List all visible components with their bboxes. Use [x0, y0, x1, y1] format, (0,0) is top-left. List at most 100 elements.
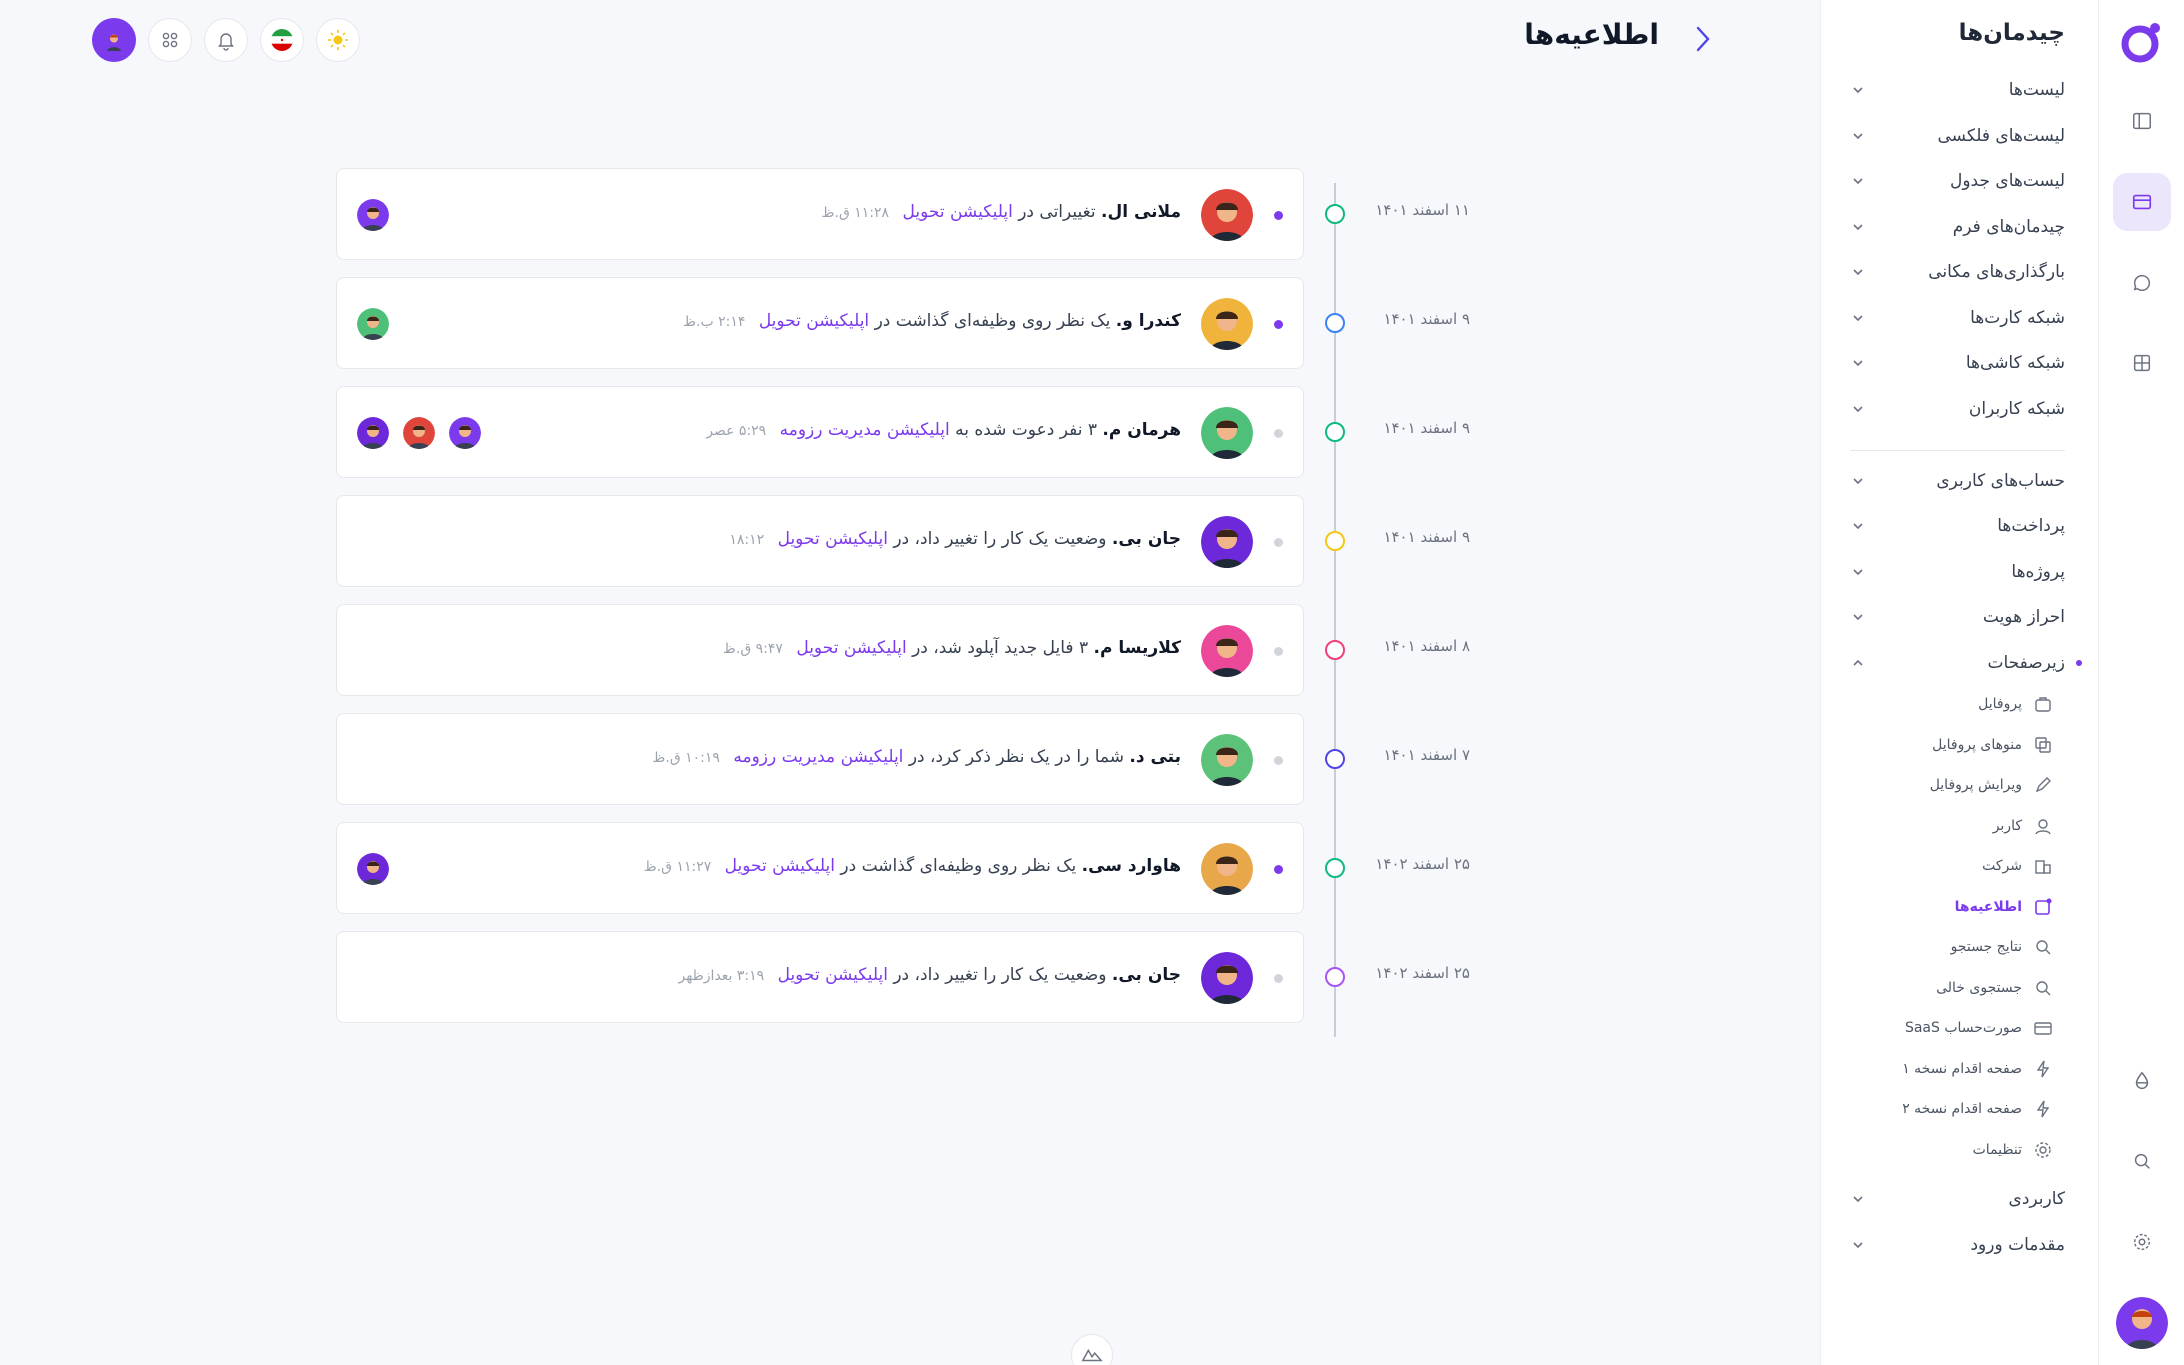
layouts-icon[interactable]	[2112, 173, 2171, 231]
actor-name[interactable]: کندرا و.	[1116, 311, 1181, 331]
notifications-button[interactable]	[204, 18, 248, 62]
avatar[interactable]	[1201, 407, 1253, 459]
sidebar-item-payments[interactable]: پرداخت‌ها	[1850, 506, 2065, 546]
action-text: ۳ نفر دعوت شده به	[955, 420, 1097, 440]
participant-avatar[interactable]	[449, 417, 481, 449]
actor-name[interactable]: جان بی.	[1112, 529, 1181, 549]
language-button[interactable]	[260, 18, 304, 62]
notification-card[interactable]: هاوارد سی. یک نظر روی وظیفه‌ای گذاشت در …	[336, 822, 1304, 914]
participant-avatar[interactable]	[403, 417, 435, 449]
subpage-profile[interactable]: پروفایل	[1894, 688, 2054, 720]
subpage-profile-menus[interactable]: منوهای پروفایل	[1894, 729, 2054, 761]
notification-card[interactable]: ملانی ال. تغییراتی در اپلیکیشن تحویل ۱۱:…	[336, 168, 1304, 260]
timeline-node	[1325, 749, 1345, 769]
actor-name[interactable]: هاوارد سی.	[1082, 856, 1181, 876]
notification-row: جان بی. وضعیت یک کار را تغییر داد، در اپ…	[0, 931, 1500, 1023]
grid-icon[interactable]	[2113, 334, 2171, 392]
notification-card[interactable]: هرمان م. ۳ نفر دعوت شده به اپلیکیشن مدیر…	[336, 386, 1304, 478]
drop-icon[interactable]	[2113, 1052, 2171, 1110]
date-label: ۹ اسفند ۱۴۰۱	[1383, 310, 1470, 328]
actor-name[interactable]: هرمان م.	[1102, 420, 1181, 440]
avatar[interactable]	[1201, 734, 1253, 786]
notification-card[interactable]: جان بی. وضعیت یک کار را تغییر داد، در اپ…	[336, 495, 1304, 587]
project-link[interactable]: اپلیکیشن تحویل	[759, 311, 869, 331]
project-link[interactable]: اپلیکیشن تحویل	[778, 965, 888, 985]
chat-icon[interactable]	[2113, 254, 2171, 312]
sidebar-item-accounts[interactable]: حساب‌های کاربری	[1850, 461, 2065, 501]
avatar[interactable]	[1201, 298, 1253, 350]
subpage-label: اطلاعیه‌ها	[1954, 899, 2022, 915]
nuxt-logo-icon[interactable]	[1071, 1334, 1113, 1365]
project-link[interactable]: اپلیکیشن مدیریت رزومه	[780, 420, 950, 440]
notification-text: کلاریسا م. ۳ فایل جدید آپلود شد، در اپلی…	[723, 638, 1181, 658]
apps-icon	[162, 32, 178, 48]
actor-name[interactable]: جان بی.	[1112, 965, 1181, 985]
chevron-down-icon	[1853, 224, 1863, 231]
notification-row: هرمان م. ۳ نفر دعوت شده به اپلیکیشن مدیر…	[0, 386, 1500, 478]
project-link[interactable]: اپلیکیشن تحویل	[796, 638, 906, 658]
subpage-user[interactable]: کاربر	[1894, 810, 2054, 842]
project-link[interactable]: اپلیکیشن تحویل	[725, 856, 835, 876]
sidebar-item-card-grid[interactable]: شبکه کارت‌ها	[1850, 298, 2065, 338]
brand-logo-icon[interactable]	[2120, 20, 2164, 64]
profile-avatar-button[interactable]	[92, 18, 136, 62]
bell-icon	[218, 33, 234, 51]
subpage-notifications[interactable]: اطلاعیه‌ها	[1894, 891, 2054, 923]
participant-avatar[interactable]	[357, 853, 389, 885]
subpage-saas-billing[interactable]: صورت‌حساب SaaS	[1894, 1012, 2054, 1044]
sidebar-item-user-grid[interactable]: شبکه کاربران	[1850, 389, 2065, 429]
project-link[interactable]: اپلیکیشن تحویل	[902, 202, 1012, 222]
subpage-company[interactable]: شرکت	[1894, 850, 2054, 882]
participant-avatar[interactable]	[357, 417, 389, 449]
avatar[interactable]	[1201, 189, 1253, 241]
subpage-edit-profile[interactable]: ویرایش پروفایل	[1894, 769, 2054, 801]
avatar[interactable]	[1201, 952, 1253, 1004]
subpage-action-v1[interactable]: صفحه اقدام نسخه ۱	[1894, 1053, 2054, 1085]
notification-card[interactable]: کلاریسا م. ۳ فایل جدید آپلود شد، در اپلی…	[336, 604, 1304, 696]
theme-toggle-button[interactable]	[316, 18, 360, 62]
apps-grid-button[interactable]	[148, 18, 192, 62]
sidebar-toggle-icon[interactable]	[2113, 92, 2171, 150]
avatar[interactable]	[1201, 625, 1253, 677]
project-link[interactable]: اپلیکیشن تحویل	[778, 529, 888, 549]
user-avatar[interactable]	[2115, 1297, 2168, 1349]
actor-name[interactable]: ملانی ال.	[1101, 202, 1181, 222]
timeline-node	[1325, 640, 1345, 660]
subpage-search-results[interactable]: نتایج جستجو	[1894, 931, 2054, 963]
subpage-label: نتایج جستجو	[1950, 939, 2022, 955]
actor-name[interactable]: بتی د.	[1129, 747, 1181, 767]
participant-avatar[interactable]	[357, 199, 389, 231]
sidebar-item-placeholders[interactable]: بارگذاری‌های مکانی	[1850, 252, 2065, 292]
sidebar-item-utilities[interactable]: کاربردی	[1850, 1179, 2065, 1219]
credit-card-icon	[2032, 1017, 2054, 1039]
back-button[interactable]	[1690, 24, 1716, 54]
sidebar-title: چیدمان‌ها	[1958, 20, 2065, 46]
notification-card[interactable]: کندرا و. یک نظر روی وظیفه‌ای گذاشت در اپ…	[336, 277, 1304, 369]
sidebar-item-onboarding[interactable]: مقدمات ورود	[1850, 1225, 2065, 1265]
subpage-settings[interactable]: تنظیمات	[1894, 1134, 2054, 1166]
sidebar-item-tile-grid[interactable]: شبکه کاشی‌ها	[1850, 343, 2065, 383]
sidebar-item-auth[interactable]: احراز هویت	[1850, 597, 2065, 637]
subpage-action-v2[interactable]: صفحه اقدام نسخه ۲	[1894, 1093, 2054, 1125]
gear-icon[interactable]	[2113, 1213, 2171, 1271]
sidebar-item-flex-lists[interactable]: لیست‌های فلکسی	[1850, 116, 2065, 156]
avatar[interactable]	[1201, 516, 1253, 568]
avatar[interactable]	[1201, 843, 1253, 895]
read-dot	[1274, 974, 1283, 983]
subpage-empty-search[interactable]: جستجوی خالی	[1894, 972, 2054, 1004]
participant-avatar[interactable]	[357, 308, 389, 340]
notification-card[interactable]: بتی د. شما را در یک نظر ذکر کرد، در اپلی…	[336, 713, 1304, 805]
chevron-down-icon	[1853, 315, 1863, 322]
sidebar-item-table-lists[interactable]: لیست‌های جدول	[1850, 161, 2065, 201]
actor-name[interactable]: کلاریسا م.	[1094, 638, 1181, 658]
notification-text: جان بی. وضعیت یک کار را تغییر داد، در اپ…	[729, 529, 1181, 549]
date-label: ۲۵ اسفند ۱۴۰۲	[1375, 855, 1470, 873]
notification-card[interactable]: جان بی. وضعیت یک کار را تغییر داد، در اپ…	[336, 931, 1304, 1023]
sidebar-item-projects[interactable]: پروژه‌ها	[1850, 552, 2065, 592]
sidebar-item-subpages[interactable]: زیرصفحات	[1850, 643, 2065, 683]
project-link[interactable]: اپلیکیشن مدیریت رزومه	[733, 747, 903, 767]
sidebar-item-lists[interactable]: لیست‌ها	[1850, 70, 2065, 110]
search-icon[interactable]	[2113, 1132, 2171, 1190]
chevron-down-icon	[1853, 478, 1863, 485]
sidebar-item-form-layouts[interactable]: چیدمان‌های فرم	[1850, 207, 2065, 247]
